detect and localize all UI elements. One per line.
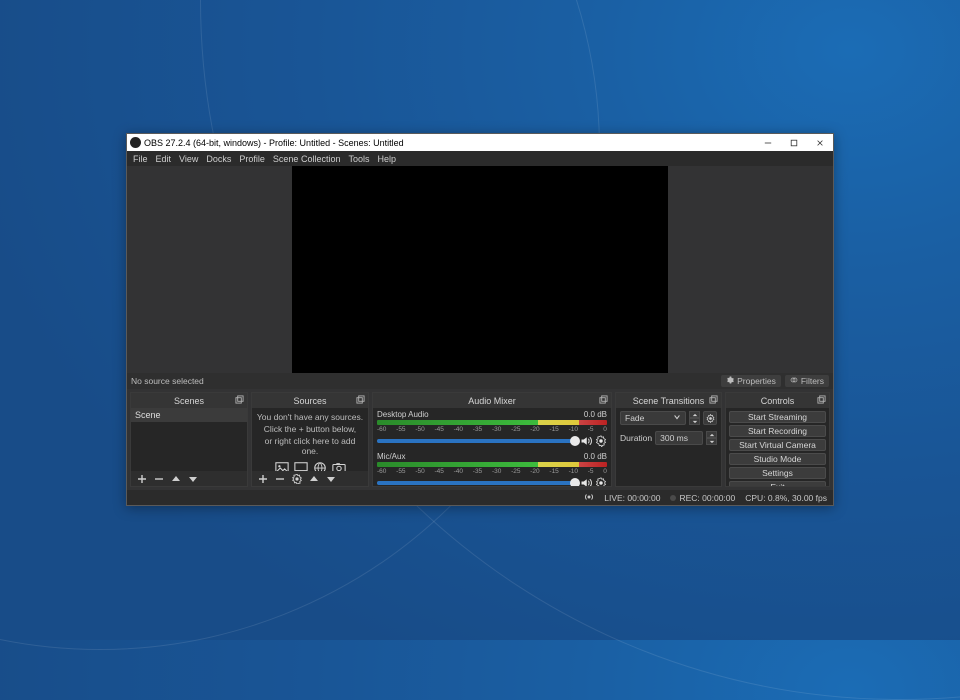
transitions-dock: Scene Transitions Fade Duration — [615, 392, 722, 487]
properties-button[interactable]: Properties — [721, 375, 781, 387]
volume-slider[interactable] — [377, 481, 577, 485]
titlebar: OBS 27.2.4 (64-bit, windows) - Profile: … — [127, 134, 833, 151]
controls-header: Controls — [726, 393, 829, 408]
sources-header: Sources — [252, 393, 368, 408]
move-scene-up-button[interactable] — [170, 473, 181, 484]
duration-spin[interactable] — [706, 431, 717, 445]
status-bar: LIVE: 00:00:00 REC: 00:00:00 CPU: 0.8%, … — [127, 490, 833, 505]
docks-row: Scenes Scene Sources You don't have any — [127, 389, 833, 490]
status-live: LIVE: 00:00:00 — [604, 493, 660, 503]
menu-edit[interactable]: Edit — [156, 154, 172, 164]
transition-select[interactable]: Fade — [620, 411, 686, 425]
remove-source-button[interactable] — [274, 473, 285, 484]
move-source-up-button[interactable] — [308, 473, 319, 484]
menu-scene-collection[interactable]: Scene Collection — [273, 154, 341, 164]
meter-ticks: -60-55-50-45-40-35-30-25-20-15-10-50 — [377, 426, 607, 434]
gear-icon — [726, 376, 734, 386]
mixer-header: Audio Mixer — [373, 393, 611, 408]
add-scene-button[interactable] — [136, 473, 147, 484]
program-preview[interactable] — [292, 166, 668, 373]
obs-window: OBS 27.2.4 (64-bit, windows) - Profile: … — [126, 133, 834, 506]
duration-label: Duration — [620, 433, 652, 443]
chevron-down-icon — [673, 413, 681, 423]
vu-meter — [377, 420, 607, 425]
menu-tools[interactable]: Tools — [348, 154, 369, 164]
popout-icon[interactable] — [356, 395, 365, 404]
sources-dock: Sources You don't have any sources. Clic… — [251, 392, 369, 487]
popout-icon[interactable] — [709, 395, 718, 404]
status-rec: REC: 00:00:00 — [670, 493, 735, 503]
channel-db: 0.0 dB — [584, 410, 607, 419]
preview-area — [127, 166, 833, 373]
start-virtual-camera-button[interactable]: Start Virtual Camera — [729, 439, 826, 451]
monitor-icon — [294, 461, 308, 471]
duration-input[interactable]: 300 ms — [655, 431, 703, 445]
globe-icon — [313, 461, 327, 471]
channel-name: Desktop Audio — [377, 410, 584, 419]
controls-body: Start Streaming Start Recording Start Vi… — [726, 408, 829, 486]
no-source-label: No source selected — [131, 376, 204, 386]
scenes-dock: Scenes Scene — [130, 392, 248, 487]
exit-button[interactable]: Exit — [729, 481, 826, 486]
app-icon — [130, 137, 141, 148]
scenes-toolbar — [131, 471, 247, 486]
transitions-body: Fade Duration 300 ms — [616, 408, 721, 486]
minimize-button[interactable] — [755, 134, 781, 151]
channel-settings-icon[interactable] — [595, 435, 607, 447]
mixer-channel-mic: Mic/Aux 0.0 dB -60-55-50-45-40-35-30-25-… — [373, 450, 611, 486]
scenes-list[interactable]: Scene — [131, 408, 247, 471]
status-cpu: CPU: 0.8%, 30.00 fps — [745, 493, 827, 503]
popout-icon[interactable] — [599, 395, 608, 404]
menubar: File Edit View Docks Profile Scene Colle… — [127, 151, 833, 166]
transition-add-remove[interactable] — [689, 411, 700, 425]
transitions-header: Scene Transitions — [616, 393, 721, 408]
image-icon — [275, 461, 289, 471]
transition-settings-button[interactable] — [703, 411, 717, 425]
channel-settings-icon[interactable] — [595, 477, 607, 486]
start-streaming-button[interactable]: Start Streaming — [729, 411, 826, 423]
channel-db: 0.0 dB — [584, 452, 607, 461]
menu-file[interactable]: File — [133, 154, 148, 164]
studio-mode-button[interactable]: Studio Mode — [729, 453, 826, 465]
remove-scene-button[interactable] — [153, 473, 164, 484]
speaker-icon[interactable] — [580, 435, 592, 447]
popout-icon[interactable] — [235, 395, 244, 404]
filters-button[interactable]: Filters — [785, 375, 829, 387]
sources-list[interactable]: You don't have any sources. Click the + … — [252, 408, 368, 471]
menu-view[interactable]: View — [179, 154, 198, 164]
sources-toolbar — [252, 471, 368, 486]
source-toolbar: No source selected Properties Filters — [127, 373, 833, 389]
add-source-button[interactable] — [257, 473, 268, 484]
volume-slider[interactable] — [377, 439, 577, 443]
audio-mixer-dock: Audio Mixer Desktop Audio 0.0 dB -60-55-… — [372, 392, 612, 487]
rec-dot-icon — [670, 495, 676, 501]
speaker-icon[interactable] — [580, 477, 592, 486]
broadcast-icon — [584, 492, 594, 504]
meter-ticks: -60-55-50-45-40-35-30-25-20-15-10-50 — [377, 468, 607, 476]
maximize-button[interactable] — [781, 134, 807, 151]
mixer-channel-desktop: Desktop Audio 0.0 dB -60-55-50-45-40-35-… — [373, 408, 611, 450]
sources-empty-hint: You don't have any sources. Click the + … — [252, 408, 368, 471]
settings-button[interactable]: Settings — [729, 467, 826, 479]
close-button[interactable] — [807, 134, 833, 151]
controls-dock: Controls Start Streaming Start Recording… — [725, 392, 830, 487]
channel-name: Mic/Aux — [377, 452, 584, 461]
scene-item[interactable]: Scene — [131, 408, 247, 422]
move-source-down-button[interactable] — [325, 473, 336, 484]
start-recording-button[interactable]: Start Recording — [729, 425, 826, 437]
source-properties-button[interactable] — [291, 473, 302, 484]
menu-docks[interactable]: Docks — [206, 154, 231, 164]
popout-icon[interactable] — [817, 395, 826, 404]
menu-help[interactable]: Help — [377, 154, 396, 164]
mixer-body: Desktop Audio 0.0 dB -60-55-50-45-40-35-… — [373, 408, 611, 486]
scenes-header: Scenes — [131, 393, 247, 408]
window-title: OBS 27.2.4 (64-bit, windows) - Profile: … — [144, 138, 755, 148]
menu-profile[interactable]: Profile — [239, 154, 265, 164]
camera-icon — [332, 461, 346, 471]
filters-icon — [790, 376, 798, 386]
vu-meter — [377, 462, 607, 467]
move-scene-down-button[interactable] — [187, 473, 198, 484]
